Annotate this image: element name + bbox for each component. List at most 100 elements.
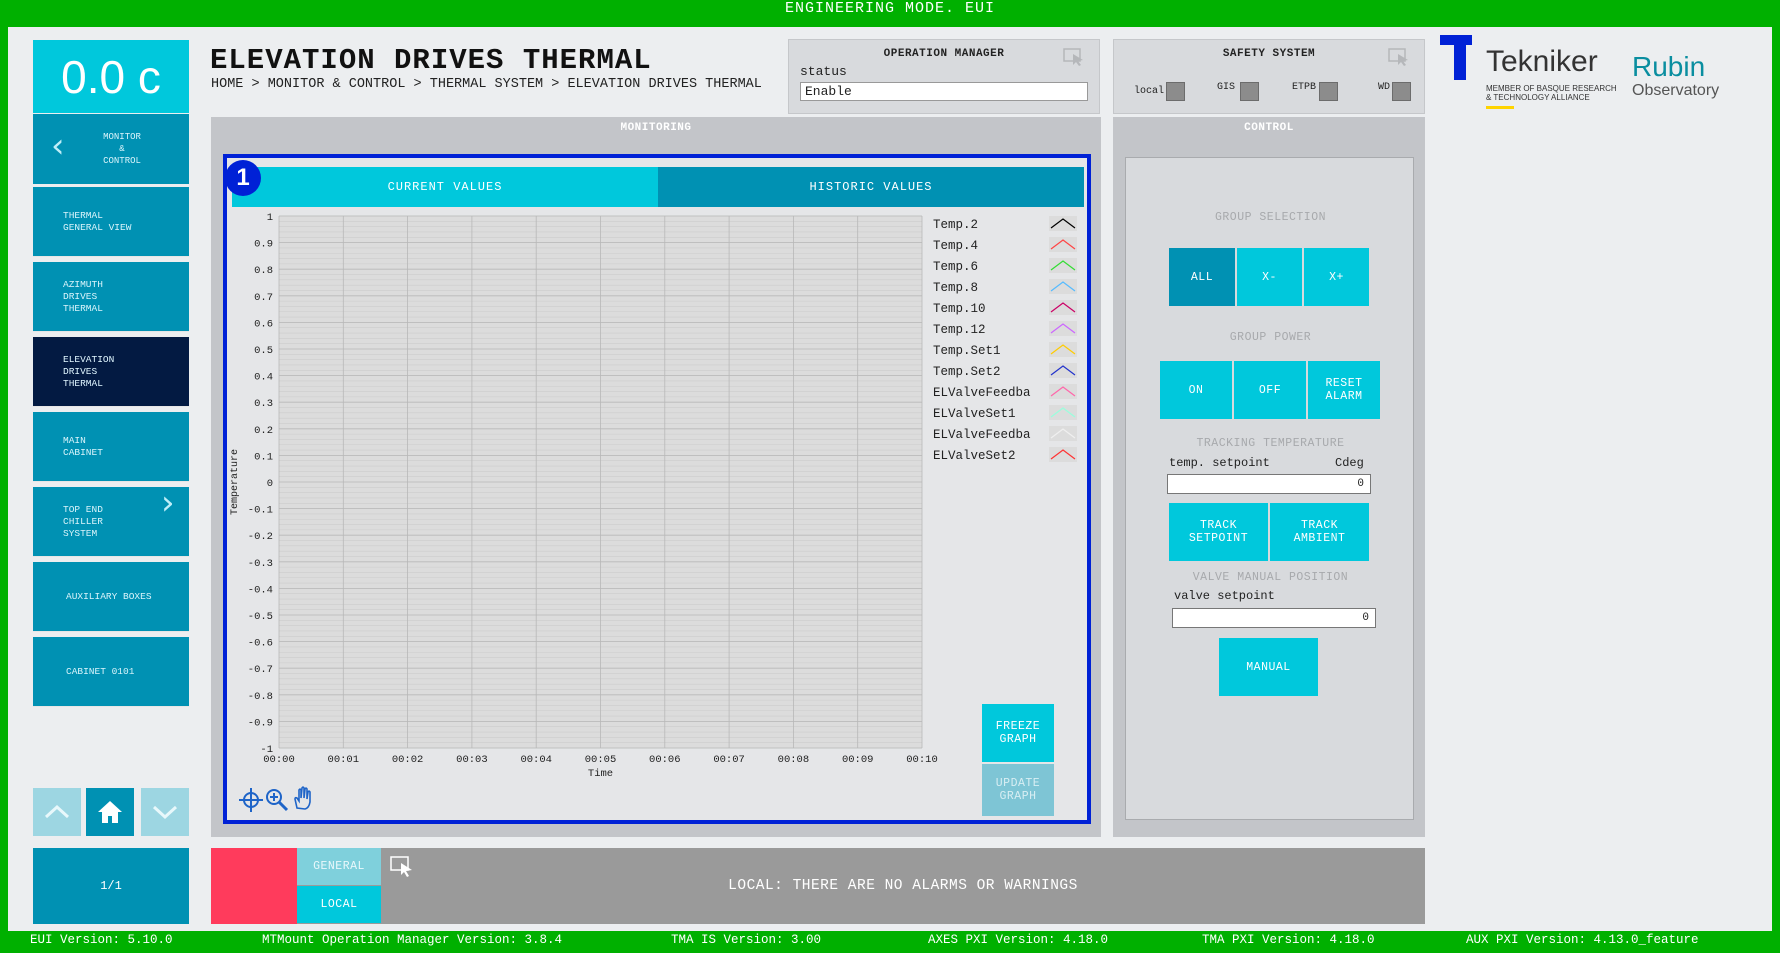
tekniker-subtitle: MEMBER OF BASQUE RESEARCH & TECHNOLOGY A…	[1486, 84, 1617, 102]
x-tick-label: 00:10	[906, 754, 938, 766]
legend-label: ELValveFeedba	[933, 428, 1031, 442]
rubin-observatory-logo: Rubin Observatory	[1632, 52, 1719, 100]
y-tick-label: -0.4	[248, 584, 273, 596]
sidebar-item-label: TOP END CHILLER SYSTEM	[63, 503, 103, 539]
graph-frame: CURRENT VALUES HISTORIC VALUES 1 0.9 0.8 0.…	[223, 154, 1091, 824]
valve-manual-position-label: VALVE MANUAL POSITION	[1192, 571, 1349, 584]
temp-setpoint-label: temp. setpoint	[1169, 456, 1270, 470]
chevron-right-icon: ›	[161, 483, 175, 523]
home-icon	[98, 801, 122, 823]
freeze-graph-button[interactable]: FREEZE GRAPH	[982, 704, 1054, 762]
track-ambient-button[interactable]: TRACK AMBIENT	[1270, 503, 1369, 561]
track-setpoint-button[interactable]: TRACK SETPOINT	[1169, 503, 1268, 561]
y-tick-label: -0.5	[248, 611, 273, 623]
control-inner-panel: GROUP SELECTION ALL X- X+ GROUP POWER ON…	[1125, 157, 1414, 820]
cursor-icon[interactable]	[1388, 48, 1410, 66]
safety-wd-indicator	[1392, 82, 1411, 101]
sidebar-item-label: AUXILIARY BOXES	[66, 590, 152, 602]
y-tick-label: -0.7	[248, 664, 273, 676]
reset-alarm-button[interactable]: RESET ALARM	[1308, 361, 1380, 419]
eui-version: EUI Version: 5.10.0	[30, 933, 173, 947]
group-x-plus-button[interactable]: X+	[1304, 248, 1369, 306]
temp-setpoint-unit: Cdeg	[1335, 456, 1364, 470]
chevron-left-icon: ‹	[51, 126, 65, 166]
x-tick-label: 00:01	[328, 754, 360, 766]
y-tick-label: 0.7	[254, 292, 273, 304]
page-indicator: 1/1	[33, 848, 189, 924]
valve-setpoint-input[interactable]: 0	[1172, 608, 1376, 628]
scroll-down-button[interactable]	[141, 788, 189, 836]
manual-button[interactable]: MANUAL	[1219, 638, 1318, 696]
alarm-tab-local[interactable]: LOCAL	[297, 886, 381, 923]
tekniker-accent-bar	[1486, 106, 1514, 109]
section-number-badge: 1	[225, 160, 261, 196]
crosshair-icon[interactable]	[239, 788, 263, 812]
tekniker-logo-mark	[1440, 35, 1472, 80]
zoom-icon[interactable]	[265, 788, 289, 812]
sidebar-item-azimuth-drives-thermal[interactable]: AZIMUTH DRIVES THERMAL	[33, 262, 189, 332]
x-axis-label: Time	[588, 768, 613, 780]
y-tick-label: 0.6	[254, 318, 273, 330]
control-title: CONTROL	[1244, 122, 1294, 134]
tab-current-values[interactable]: CURRENT VALUES	[232, 167, 658, 207]
x-tick-label: 00:05	[585, 754, 617, 766]
cursor-icon[interactable]	[1063, 48, 1085, 66]
legend-label: ELValveFeedba	[933, 386, 1031, 400]
legend-label: Temp.4	[933, 239, 978, 253]
alarm-message: LOCAL: THERE ARE NO ALARMS OR WARNINGS	[728, 878, 1078, 894]
back-button-label: MONITOR & CONTROL	[103, 132, 141, 166]
update-graph-button[interactable]: UPDATE GRAPH	[982, 764, 1054, 816]
sidebar-item-label: ELEVATION DRIVES THERMAL	[63, 353, 115, 389]
sidebar-item-label: MAIN CABINET	[63, 434, 103, 458]
y-axis-label: Temperature	[230, 449, 241, 515]
safety-wd-label: WD	[1378, 82, 1391, 93]
tracking-temperature-label: TRACKING TEMPERATURE	[1196, 437, 1345, 450]
valve-setpoint-label: valve setpoint	[1174, 589, 1275, 603]
breadcrumb[interactable]: HOME > MONITOR & CONTROL > THERMAL SYSTE…	[211, 77, 771, 93]
y-tick-label: 0.9	[254, 239, 273, 251]
sidebar-item-elevation-drives-thermal[interactable]: ELEVATION DRIVES THERMAL	[33, 337, 189, 407]
safety-etpb-label: ETPB	[1292, 82, 1317, 93]
scroll-up-button[interactable]	[33, 788, 81, 836]
group-power-label: GROUP POWER	[1229, 331, 1312, 344]
legend-label: Temp.6	[933, 260, 978, 274]
sidebar-item-auxiliary-boxes[interactable]: AUXILIARY BOXES	[33, 562, 189, 632]
tekniker-wordmark: Tekniker	[1486, 45, 1598, 78]
sidebar-item-main-cabinet[interactable]: MAIN CABINET	[33, 412, 189, 482]
power-off-button[interactable]: OFF	[1234, 361, 1306, 419]
alarm-status-indicator	[211, 848, 297, 924]
sidebar-item-label: AZIMUTH DRIVES THERMAL	[63, 278, 103, 314]
alarm-tab-general[interactable]: GENERAL	[297, 848, 381, 885]
sidebar-item-top-end-chiller-system[interactable]: TOP END CHILLER SYSTEM ›	[33, 483, 189, 557]
safety-local-label: local	[1134, 86, 1165, 97]
back-to-monitor-control-button[interactable]: ‹ MONITOR & CONTROL	[33, 114, 189, 184]
sidebar-item-label: THERMAL GENERAL VIEW	[63, 209, 132, 233]
page-title: ELEVATION DRIVES THERMAL	[210, 44, 652, 77]
tma-pxi-version: TMA PXI Version: 4.18.0	[1202, 933, 1375, 947]
y-tick-label: -0.1	[248, 505, 273, 517]
legend-label: ELValveSet1	[933, 407, 1016, 421]
y-tick-label: 0.3	[254, 398, 273, 410]
x-tick-label: 00:03	[456, 754, 488, 766]
temperature-chart[interactable]: 1 0.9 0.8 0.7 0.6 0.5 0.4 0.3 0.2 0.1 0 -0.1 -0.2 -0.…	[227, 210, 1087, 820]
temp-setpoint-input[interactable]: 0	[1167, 474, 1371, 494]
x-tick-label: 00:06	[649, 754, 681, 766]
group-x-minus-button[interactable]: X-	[1237, 248, 1302, 306]
sidebar-item-cabinet-0101[interactable]: CABINET 0101	[33, 637, 189, 707]
monitoring-title: MONITORING	[620, 122, 692, 134]
x-tick-label: 00:00	[263, 754, 295, 766]
group-all-button[interactable]: ALL	[1169, 248, 1235, 306]
legend-label: Temp.12	[933, 323, 986, 337]
tekniker-logo: Tekniker MEMBER OF BASQUE RESEARCH & TEC…	[1440, 35, 1617, 115]
x-tick-label: 00:08	[778, 754, 810, 766]
y-tick-label: 0	[267, 478, 273, 490]
home-button[interactable]	[86, 788, 134, 836]
sidebar-item-thermal-general-view[interactable]: THERMAL GENERAL VIEW	[33, 187, 189, 257]
power-on-button[interactable]: ON	[1160, 361, 1232, 419]
pan-hand-icon[interactable]	[291, 786, 315, 810]
tab-historic-values[interactable]: HISTORIC VALUES	[658, 167, 1084, 207]
legend-label: Temp.Set2	[933, 365, 1001, 379]
group-selection-label: GROUP SELECTION	[1214, 211, 1327, 224]
legend-label: Temp.10	[933, 302, 986, 316]
y-tick-label: 0.8	[254, 265, 273, 277]
